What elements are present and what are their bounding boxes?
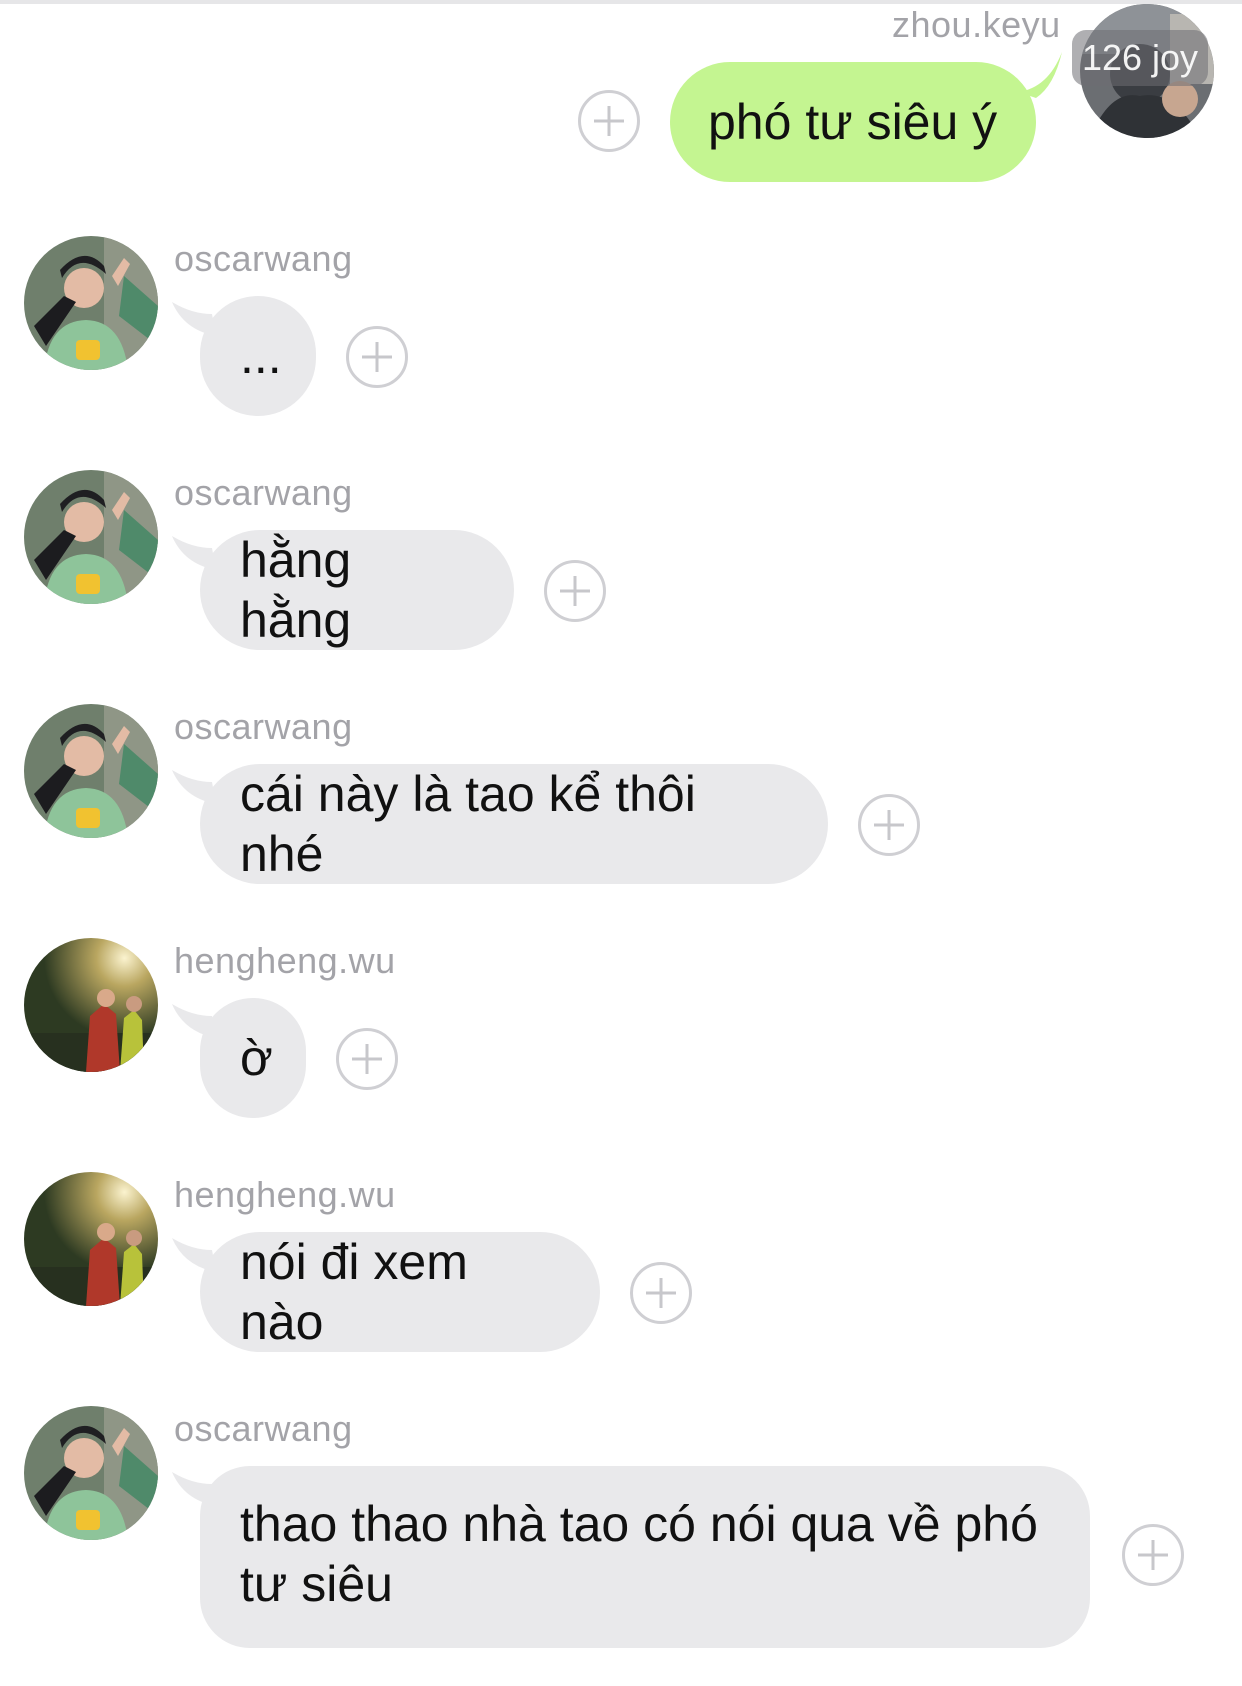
message-text: nói đi xem nào [240,1234,482,1350]
message-text: ờ [240,1030,273,1086]
outgoing-message-bubble[interactable]: phó tư siêu ý [670,62,1036,182]
sender-username: oscarwang [174,1408,353,1449]
avatar-oscarwang[interactable] [24,1406,158,1540]
incoming-message-bubble[interactable]: ... [200,296,316,416]
add-reaction-button[interactable] [336,1028,398,1090]
incoming-message-bubble[interactable]: hằng hằng [200,530,514,650]
avatar-oscarwang[interactable] [24,704,158,838]
joy-badge: 126 joy [1072,30,1208,86]
add-reaction-button[interactable] [544,560,606,622]
incoming-message-bubble[interactable]: nói đi xem nào [200,1232,600,1352]
sender-username: hengheng.wu [174,940,396,981]
sender-username: oscarwang [174,472,353,513]
add-reaction-button[interactable] [1122,1524,1184,1586]
message-text: ... [240,328,282,384]
sender-username: hengheng.wu [174,1174,396,1215]
avatar-hengheng-wu[interactable] [24,1172,158,1306]
sender-username: oscarwang [174,238,353,279]
message-text: thao thao nhà tao có nói qua về phó tư s… [240,1496,1052,1612]
incoming-message-bubble[interactable]: cái này là tao kể thôi nhé [200,764,828,884]
add-reaction-button[interactable] [630,1262,692,1324]
message-text: hằng hằng [240,532,366,648]
avatar-oscarwang[interactable] [24,236,158,370]
avatar-hengheng-wu[interactable] [24,938,158,1072]
sender-username: oscarwang [174,706,353,747]
bubble-tail [1018,52,1062,98]
message-text: phó tư siêu ý [708,94,998,150]
avatar-oscarwang[interactable] [24,470,158,604]
add-reaction-button[interactable] [578,90,640,152]
add-reaction-button[interactable] [346,326,408,388]
sender-username: zhou.keyu [892,4,1061,45]
incoming-message-bubble[interactable]: thao thao nhà tao có nói qua về phó tư s… [200,1466,1090,1648]
add-reaction-button[interactable] [858,794,920,856]
incoming-message-bubble[interactable]: ờ [200,998,306,1118]
message-text: cái này là tao kể thôi nhé [240,766,710,882]
